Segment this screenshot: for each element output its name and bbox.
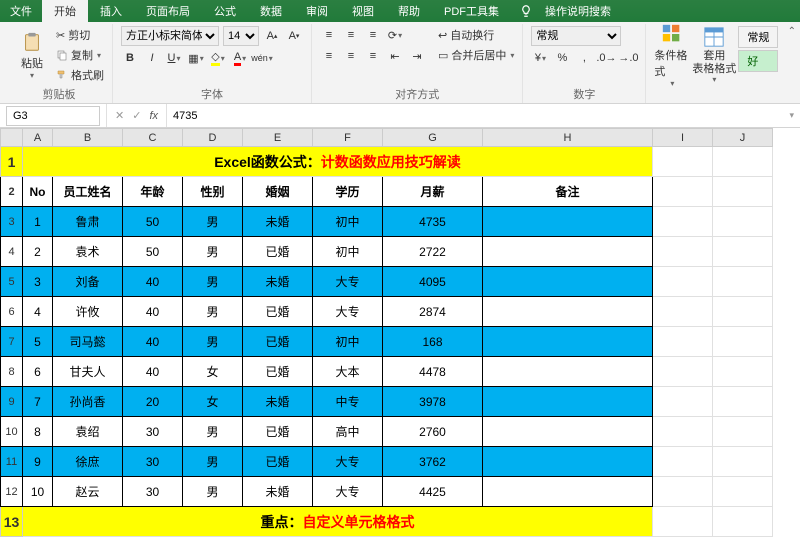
align-middle-button[interactable]: ≡ bbox=[342, 26, 360, 44]
underline-button[interactable]: U bbox=[165, 49, 183, 67]
table-row[interactable]: 86甘夫人40女已婚大本4478 bbox=[1, 357, 773, 387]
tab-insert[interactable]: 插入 bbox=[88, 0, 134, 22]
cell-style-normal[interactable]: 常规 bbox=[738, 26, 778, 48]
phonetic-button[interactable]: wén bbox=[253, 49, 271, 67]
number-label: 数字 bbox=[573, 86, 595, 102]
group-number: 常规 ¥ % , .0→ →.0 数字 bbox=[523, 24, 646, 103]
align-top-button[interactable]: ≡ bbox=[320, 26, 338, 44]
increase-font-button[interactable]: A▴ bbox=[263, 27, 281, 45]
table-row[interactable]: 1210赵云30男未婚大专4425 bbox=[1, 477, 773, 507]
clipboard-label: 剪贴板 bbox=[43, 86, 76, 102]
expand-formula-icon[interactable]: ▾ bbox=[783, 110, 800, 121]
scissors-icon: ✂ bbox=[56, 29, 65, 42]
bucket-icon: ◇ bbox=[211, 50, 219, 66]
paste-button[interactable]: 粘贴 ▾ bbox=[14, 26, 50, 84]
file-tab[interactable]: 文件 bbox=[0, 3, 42, 19]
tab-formulas[interactable]: 公式 bbox=[202, 0, 248, 22]
cell-style-good[interactable]: 好 bbox=[738, 50, 778, 72]
table-row[interactable]: 75司马懿40男已婚初中168 bbox=[1, 327, 773, 357]
group-clipboard: 粘贴 ▾ ✂ 剪切 复制 bbox=[6, 24, 113, 103]
tab-home[interactable]: 开始 bbox=[42, 0, 88, 22]
fill-color-button[interactable]: ◇ bbox=[209, 49, 227, 67]
italic-button[interactable]: I bbox=[143, 49, 161, 67]
font-color-button[interactable]: A bbox=[231, 49, 249, 67]
tab-view[interactable]: 视图 bbox=[340, 0, 386, 22]
paste-label: 粘贴 bbox=[21, 55, 43, 71]
fx-icon[interactable]: fx bbox=[149, 110, 158, 122]
decrease-font-button[interactable]: A▾ bbox=[285, 27, 303, 45]
brush-icon bbox=[56, 69, 68, 81]
table-row[interactable]: 119徐庶30男已婚大专3762 bbox=[1, 447, 773, 477]
currency-button[interactable]: ¥ bbox=[531, 49, 549, 67]
collapse-ribbon-icon[interactable]: ⌃ bbox=[788, 26, 796, 37]
format-painter-button[interactable]: 格式刷 bbox=[56, 66, 104, 84]
table-row[interactable]: 64许攸40男已婚大专2874 bbox=[1, 297, 773, 327]
border-button[interactable]: ▦ bbox=[187, 49, 205, 67]
tab-pdf[interactable]: PDF工具集 bbox=[432, 0, 511, 22]
number-format-select[interactable]: 常规 bbox=[531, 26, 621, 46]
table-format-button[interactable]: 套用 表格格式 ▾ bbox=[696, 26, 732, 84]
table-row[interactable]: 97孙尚香20女未婚中专3978 bbox=[1, 387, 773, 417]
bold-button[interactable]: B bbox=[121, 49, 139, 67]
conditional-format-button[interactable]: 条件格式 ▾ bbox=[654, 26, 690, 84]
align-label: 对齐方式 bbox=[395, 86, 439, 102]
border-icon: ▦ bbox=[188, 52, 198, 65]
indent-inc-button[interactable]: ⇥ bbox=[408, 47, 426, 65]
ribbon: ⌃ 粘贴 ▾ ✂ 剪切 复制 bbox=[0, 22, 800, 104]
titlebar: 文件 开始 插入 页面布局 公式 数据 审阅 视图 帮助 PDF工具集 操作说明… bbox=[0, 0, 800, 22]
enter-icon[interactable]: ✓ bbox=[132, 109, 141, 122]
comma-button[interactable]: , bbox=[575, 49, 593, 67]
cond-format-icon bbox=[661, 23, 683, 45]
paste-icon bbox=[21, 31, 43, 53]
inc-decimal-button[interactable]: .0→ bbox=[597, 49, 615, 67]
tell-me[interactable]: 操作说明搜索 bbox=[533, 0, 623, 22]
name-box[interactable]: G3 bbox=[6, 106, 100, 126]
merge-icon: ▭ bbox=[438, 49, 448, 62]
lightbulb-icon bbox=[519, 4, 533, 18]
select-all-corner[interactable] bbox=[1, 129, 23, 147]
align-left-button[interactable]: ≡ bbox=[320, 47, 338, 65]
formula-bar: G3 ✕ ✓ fx 4735 ▾ bbox=[0, 104, 800, 128]
column-headers[interactable]: ABCDEFGHIJ bbox=[1, 129, 773, 147]
tab-review[interactable]: 审阅 bbox=[294, 0, 340, 22]
align-bottom-button[interactable]: ≡ bbox=[364, 26, 382, 44]
wrap-icon: ↩ bbox=[438, 29, 447, 42]
table-row[interactable]: 108袁绍30男已婚高中2760 bbox=[1, 417, 773, 447]
spreadsheet-grid[interactable]: ABCDEFGHIJ 1 Excel函数公式：计数函数应用技巧解读 2 No员工… bbox=[0, 128, 800, 555]
merge-center-button[interactable]: ▭ 合并后居中 bbox=[438, 46, 514, 64]
group-align: ≡ ≡ ≡ ⟳ ≡ ≡ ≡ ⇤ ⇥ ↩ 自动换行 bbox=[312, 24, 523, 103]
title-row[interactable]: 1 Excel函数公式：计数函数应用技巧解读 bbox=[1, 147, 773, 177]
font-color-icon: A bbox=[234, 51, 241, 66]
table-format-icon bbox=[703, 26, 725, 48]
header-row[interactable]: 2 No员工姓名年龄性别婚姻学历月薪备注 bbox=[1, 177, 773, 207]
tab-help[interactable]: 帮助 bbox=[386, 0, 432, 22]
group-styles: 条件格式 ▾ 套用 表格格式 ▾ 常规 好 bbox=[646, 24, 786, 103]
align-center-button[interactable]: ≡ bbox=[342, 47, 360, 65]
footer-row[interactable]: 13 重点：自定义单元格格式 bbox=[1, 507, 773, 537]
formula-input[interactable]: 4735 bbox=[166, 104, 783, 127]
table-row[interactable]: 53刘备40男未婚大专4095 bbox=[1, 267, 773, 297]
table-row[interactable]: 42袁术50男已婚初中2722 bbox=[1, 237, 773, 267]
tab-layout[interactable]: 页面布局 bbox=[134, 0, 202, 22]
group-font: 方正小标宋简体 14 A▴ A▾ B I U ▦ ◇ A wén 字体 bbox=[113, 24, 312, 103]
table-row[interactable]: 31鲁肃50男未婚初中4735 bbox=[1, 207, 773, 237]
indent-dec-button[interactable]: ⇤ bbox=[386, 47, 404, 65]
wrap-text-button[interactable]: ↩ 自动换行 bbox=[438, 26, 514, 44]
cut-button[interactable]: ✂ 剪切 bbox=[56, 26, 104, 44]
tab-data[interactable]: 数据 bbox=[248, 0, 294, 22]
orientation-button[interactable]: ⟳ bbox=[386, 26, 404, 44]
font-label: 字体 bbox=[201, 86, 223, 102]
align-right-button[interactable]: ≡ bbox=[364, 47, 382, 65]
copy-button[interactable]: 复制 bbox=[56, 46, 104, 64]
dec-decimal-button[interactable]: →.0 bbox=[619, 49, 637, 67]
percent-button[interactable]: % bbox=[553, 49, 571, 67]
copy-icon bbox=[56, 49, 68, 61]
font-name-select[interactable]: 方正小标宋简体 bbox=[121, 26, 219, 46]
cancel-icon[interactable]: ✕ bbox=[115, 109, 124, 122]
font-size-select[interactable]: 14 bbox=[223, 26, 259, 46]
